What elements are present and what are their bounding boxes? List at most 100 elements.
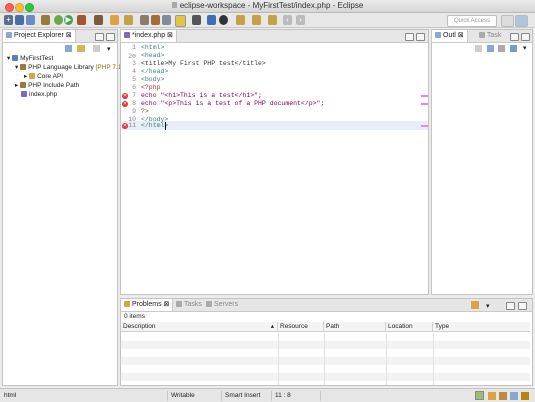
outline-view-icon[interactable] xyxy=(510,392,518,400)
maximize-icon[interactable] xyxy=(518,302,527,310)
tab-outline[interactable]: Outl ⊠ xyxy=(431,30,468,42)
minimize-icon[interactable] xyxy=(405,33,414,41)
close-icon[interactable]: ⊠ xyxy=(164,301,170,308)
column-description[interactable]: Description ▴ xyxy=(121,322,278,332)
code-line[interactable]: </head> xyxy=(141,68,168,75)
search-icon[interactable] xyxy=(124,15,133,25)
overview-error-marker[interactable] xyxy=(421,103,428,105)
line-number: 4 xyxy=(132,68,136,75)
column-path[interactable]: Path xyxy=(324,322,386,332)
line-number: 8 xyxy=(132,100,136,107)
tab-tasks[interactable]: Tasks xyxy=(173,299,205,311)
run-icon[interactable]: ▶ xyxy=(64,15,73,25)
debug-icon[interactable] xyxy=(54,15,63,25)
problems-tab-bar: Problems ⊠ Tasks Servers ▾ xyxy=(120,299,532,312)
line-number: 5 xyxy=(132,76,136,83)
close-icon[interactable]: ⊠ xyxy=(167,32,173,39)
status-insert-mode: Smart Insert xyxy=(225,392,261,399)
code-line[interactable]: echo "<p>This is a test of a PHP documen… xyxy=(141,100,324,107)
hide-fields-icon[interactable] xyxy=(498,45,505,52)
toggle-whitespace-icon[interactable] xyxy=(175,15,186,27)
column-divider xyxy=(278,333,279,385)
outline-icon xyxy=(435,32,441,38)
view-menu-icon[interactable]: ▾ xyxy=(523,44,527,52)
toggle-block-selection-icon[interactable] xyxy=(162,15,171,25)
forward-icon[interactable]: › xyxy=(296,15,305,25)
overview-error-marker[interactable] xyxy=(421,125,428,127)
external-tools-icon[interactable] xyxy=(77,15,86,25)
column-type[interactable]: Type xyxy=(433,322,530,332)
new-icon[interactable]: + xyxy=(4,15,13,25)
filter-icon[interactable] xyxy=(471,301,479,309)
restore-icon[interactable] xyxy=(488,392,496,400)
overview-error-marker[interactable] xyxy=(421,95,428,97)
code-line[interactable]: <?php xyxy=(141,84,161,91)
pencil-icon[interactable] xyxy=(499,392,507,400)
toggle-mark-occurrences-icon[interactable] xyxy=(151,15,160,25)
status-separator xyxy=(320,391,321,401)
build-icon[interactable] xyxy=(41,15,50,25)
collapse-all-icon[interactable] xyxy=(487,45,494,52)
open-folder-icon[interactable] xyxy=(110,15,119,25)
open-perspective-button[interactable] xyxy=(501,15,514,27)
minimize-icon[interactable] xyxy=(506,302,515,310)
tree-item-project[interactable]: ▾ MyFirstTest xyxy=(7,55,53,63)
tab-task-list[interactable]: Task xyxy=(476,30,504,42)
collapse-all-icon[interactable] xyxy=(65,45,72,52)
focus-icon[interactable] xyxy=(475,45,482,52)
project-explorer-panel: Project Explorer ⊠ ▾ ▾ MyFirstTest ▾ PHP… xyxy=(2,29,121,386)
line-number: 3 xyxy=(132,60,136,67)
trim-stack-icon[interactable] xyxy=(475,391,484,400)
tab-index-php[interactable]: *index.php ⊠ xyxy=(120,30,177,42)
close-icon[interactable]: ⊠ xyxy=(458,32,464,39)
maximize-icon[interactable] xyxy=(106,33,115,41)
minimize-icon[interactable] xyxy=(95,33,104,41)
maximize-icon[interactable] xyxy=(521,33,530,41)
php-perspective-button[interactable] xyxy=(515,15,528,27)
problems-icon xyxy=(124,301,130,307)
toggle-breadcrumb-icon[interactable] xyxy=(140,15,149,25)
close-icon[interactable]: ⊠ xyxy=(66,32,72,39)
sort-icon[interactable] xyxy=(510,45,517,52)
minimize-icon[interactable] xyxy=(510,33,519,41)
code-line[interactable]: <body> xyxy=(141,76,164,83)
code-line[interactable]: ?> xyxy=(141,108,149,115)
tree-item-library[interactable]: ▾ PHP Language Library [PHP 7.1 xyxy=(15,64,121,72)
quick-access-input[interactable]: Quick Access xyxy=(447,15,497,27)
library-icon xyxy=(20,64,27,70)
show-source-icon[interactable] xyxy=(192,15,201,25)
open-perspective-icon[interactable] xyxy=(207,15,216,25)
tab-project-explorer[interactable]: Project Explorer ⊠ xyxy=(2,30,76,42)
tree-item-index-php[interactable]: index.php xyxy=(21,91,57,99)
tab-problems[interactable]: Problems ⊠ xyxy=(120,299,174,311)
code-line[interactable]: echo "<h1>This is a test</h1>"; xyxy=(141,92,262,99)
column-resource[interactable]: Resource xyxy=(278,322,324,332)
tree-item-core-api[interactable]: ▸ Core API xyxy=(24,73,63,81)
text-cursor xyxy=(165,122,166,130)
focus-icon[interactable] xyxy=(93,45,100,52)
table-row xyxy=(121,333,530,341)
back-icon[interactable]: ‹ xyxy=(283,15,292,25)
phpunit-icon[interactable] xyxy=(219,15,228,25)
code-line[interactable]: <html> xyxy=(141,44,164,51)
save-all-icon[interactable] xyxy=(26,15,35,25)
link-with-editor-icon[interactable] xyxy=(77,45,85,52)
view-menu-icon[interactable]: ▾ xyxy=(107,45,111,53)
view-menu-icon[interactable]: ▾ xyxy=(486,302,490,310)
save-icon[interactable] xyxy=(15,15,24,25)
tasks-view-icon[interactable] xyxy=(521,392,529,400)
last-edit-location-icon[interactable] xyxy=(268,15,277,25)
status-bar: html Writable Smart Insert 11 : 8 xyxy=(0,388,535,402)
previous-annotation-icon[interactable] xyxy=(252,15,261,25)
code-line[interactable]: <head> xyxy=(141,52,164,59)
window-title-bar: eclipse-workspace - MyFirstTest/index.ph… xyxy=(0,0,535,13)
line-number: 2⊖ xyxy=(128,53,136,60)
next-annotation-icon[interactable] xyxy=(236,15,245,25)
tree-item-include-path[interactable]: ▸ PHP Include Path xyxy=(15,82,79,90)
task-icon xyxy=(176,301,182,307)
maximize-icon[interactable] xyxy=(416,33,425,41)
column-location[interactable]: Location xyxy=(386,322,433,332)
new-php-project-icon[interactable] xyxy=(94,15,103,25)
tab-servers[interactable]: Servers xyxy=(203,299,241,311)
code-line[interactable]: <title>My First PHP test</title> xyxy=(141,60,266,67)
